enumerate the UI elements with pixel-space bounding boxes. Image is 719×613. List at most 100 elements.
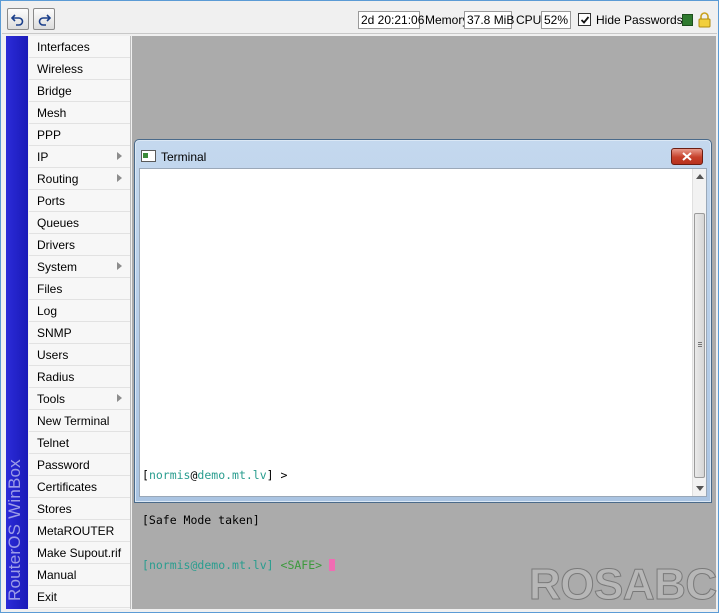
sidebar-item-queues[interactable]: Queues — [29, 212, 130, 234]
sidebar-item-ppp[interactable]: PPP — [29, 124, 130, 146]
sidebar-item-label: Ports — [37, 194, 66, 208]
sidebar-item-label: Make Supout.rif — [37, 546, 122, 560]
terminal-window[interactable]: Terminal [normis@demo.mt.lv] > [Safe Mod… — [134, 139, 712, 572]
sidebar-item-mesh[interactable]: Mesh — [29, 102, 130, 124]
uptime-value: 2d 20:21:06 — [358, 11, 424, 29]
scroll-up-icon[interactable] — [696, 174, 704, 179]
sidebar-item-label: MetaROUTER — [37, 524, 115, 538]
sidebar-item-interfaces[interactable]: Interfaces — [29, 36, 130, 58]
sidebar-item-label: Stores — [37, 502, 72, 516]
sidebar-item-wireless[interactable]: Wireless — [29, 58, 130, 80]
close-button[interactable] — [671, 148, 703, 165]
sidebar-item-files[interactable]: Files — [29, 278, 130, 300]
sidebar-item-log[interactable]: Log — [29, 300, 130, 322]
brand-label: RouterOS WinBox — [5, 459, 24, 601]
sidebar-item-label: SNMP — [37, 326, 72, 340]
sidebar-item-make-supout-rif[interactable]: Make Supout.rif — [29, 542, 130, 564]
terminal-title: Terminal — [161, 150, 207, 164]
sidebar-item-label: Files — [37, 282, 63, 296]
sidebar-item-label: Interfaces — [37, 40, 90, 54]
hide-passwords-checkbox[interactable] — [578, 13, 591, 26]
bracket: ] — [266, 558, 274, 572]
bracket: [ — [142, 468, 149, 482]
sidebar-item-label: Password — [37, 458, 90, 472]
undo-icon — [11, 14, 24, 26]
prompt-suffix: <SAFE> — [273, 558, 323, 572]
sidebar-item-system[interactable]: System — [29, 256, 130, 278]
sidebar-item-stores[interactable]: Stores — [29, 498, 130, 520]
prompt-host: demo.mt.lv — [197, 558, 267, 572]
redo-button[interactable] — [33, 8, 55, 30]
vertical-scrollbar[interactable] — [692, 169, 706, 496]
sidebar-item-snmp[interactable]: SNMP — [29, 322, 130, 344]
sidebar-item-password[interactable]: Password — [29, 454, 130, 476]
scrollbar-thumb[interactable] — [694, 213, 705, 478]
sidebar-item-telnet[interactable]: Telnet — [29, 432, 130, 454]
terminal-lines: [normis@demo.mt.lv] > [Safe Mode taken] … — [142, 438, 336, 603]
sidebar-item-tools[interactable]: Tools — [29, 388, 130, 410]
terminal-line: [normis@demo.mt.lv] > — [142, 468, 335, 483]
sidebar-item-metarouter[interactable]: MetaROUTER — [29, 520, 130, 542]
sidebar-item-label: Radius — [37, 370, 75, 384]
submenu-arrow-icon — [117, 152, 122, 160]
terminal-message: [Safe Mode taken] — [142, 513, 260, 527]
submenu-arrow-icon — [117, 174, 122, 182]
memory-value: 37.8 MiB — [464, 11, 514, 29]
terminal-icon — [141, 150, 156, 162]
sidebar-item-ip[interactable]: IP — [29, 146, 130, 168]
sidebar-item-label: Certificates — [37, 480, 98, 494]
sidebar-item-label: Wireless — [37, 62, 84, 76]
terminal-line: [Safe Mode taken] — [142, 513, 335, 528]
sidebar-item-label: New Terminal — [37, 414, 110, 428]
prompt-host: demo.mt.lv — [197, 468, 267, 482]
sidebar-item-radius[interactable]: Radius — [29, 366, 130, 388]
checkmark-icon — [580, 15, 589, 24]
bracket: ] — [266, 468, 274, 482]
sidebar-item-routing[interactable]: Routing — [29, 168, 130, 190]
sidebar-item-ports[interactable]: Ports — [29, 190, 130, 212]
hide-passwords-label[interactable]: Hide Passwords — [596, 13, 683, 27]
sidebar-item-label: IP — [37, 150, 49, 164]
terminal-output[interactable]: [normis@demo.mt.lv] > [Safe Mode taken] … — [139, 168, 707, 572]
cpu-value: 52% — [541, 11, 571, 29]
status-indicator-icon — [682, 14, 693, 26]
sidebar-menu: Interfaces Wireless Bridge Mesh PPP IP Routing… — [29, 36, 131, 609]
sidebar-item-certificates[interactable]: Certificates — [29, 476, 130, 498]
sidebar-item-exit[interactable]: Exit — [29, 586, 130, 608]
sidebar-item-new-terminal[interactable]: New Terminal — [29, 410, 130, 432]
prompt-suffix: > — [273, 468, 288, 482]
sidebar-item-bridge[interactable]: Bridge — [29, 80, 130, 102]
sidebar-item-label: System — [37, 260, 78, 274]
sidebar-item-label: Log — [37, 304, 58, 318]
sidebar-item-users[interactable]: Users — [29, 344, 130, 366]
toolbar: 2d 20:21:06 Memory: 37.8 MiB CPU: 52% Hi… — [2, 2, 717, 34]
prompt-user: normis — [148, 558, 191, 572]
sidebar-item-label: Mesh — [37, 106, 67, 120]
sidebar-item-label: Routing — [37, 172, 79, 186]
scroll-down-icon[interactable] — [696, 486, 704, 491]
grip-icon — [698, 342, 702, 347]
sidebar-item-drivers[interactable]: Drivers — [29, 234, 130, 256]
terminal-line: [normis@demo.mt.lv] <SAFE> — [142, 558, 336, 573]
sidebar-item-label: Tools — [37, 392, 66, 406]
sidebar-item-label: Telnet — [37, 436, 70, 450]
sidebar-item-label: Queues — [37, 216, 80, 230]
redo-icon — [38, 14, 51, 26]
sidebar-item-label: PPP — [37, 128, 62, 142]
sidebar-item-label: Exit — [37, 590, 58, 604]
sidebar-item-label: Bridge — [37, 84, 72, 98]
submenu-arrow-icon — [117, 394, 122, 402]
undo-button[interactable] — [7, 8, 29, 30]
winbox-window: 2d 20:21:06 Memory: 37.8 MiB CPU: 52% Hi… — [0, 0, 719, 613]
sidebar-item-label: Users — [37, 348, 69, 362]
lock-icon — [698, 12, 711, 28]
sidebar-item-label: Manual — [37, 568, 77, 582]
sidebar-item-manual[interactable]: Manual — [29, 564, 130, 586]
sidebar-item-label: Drivers — [37, 238, 75, 252]
text-cursor — [329, 559, 336, 571]
bracket: [ — [142, 558, 149, 572]
watermark-logo: ROSABC — [529, 560, 718, 609]
submenu-arrow-icon — [117, 262, 122, 270]
prompt-user: normis — [148, 468, 191, 482]
close-icon — [682, 152, 692, 161]
